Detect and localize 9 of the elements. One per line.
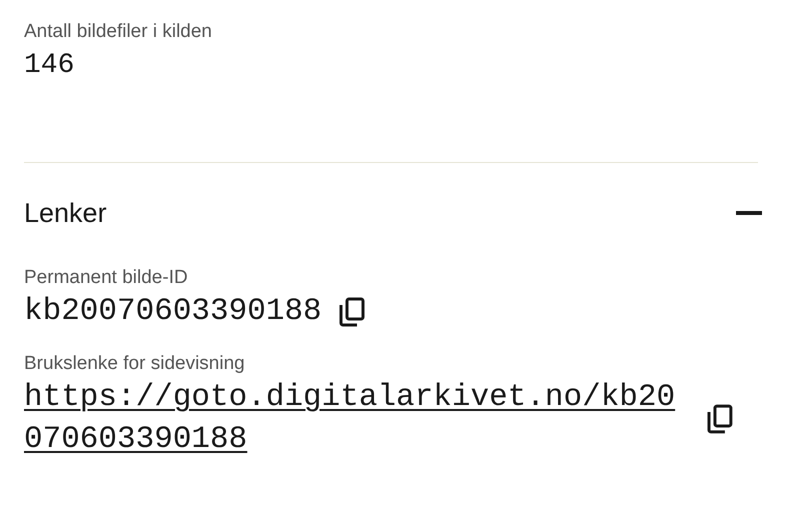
copy-icon[interactable] [338, 297, 366, 327]
section-title: Lenker [24, 198, 107, 228]
field-label: Permanent bilde-ID [24, 266, 189, 290]
copy-icon[interactable] [706, 404, 734, 434]
field-label: Antall bildefiler i kilden [24, 20, 213, 44]
image-id: kb20070603390188 [24, 293, 322, 331]
field-label: Brukslenke for sidevisning [24, 352, 246, 376]
file-count: 146 [24, 49, 76, 83]
usage-link[interactable]: https://goto.digitalarkivet.no/kb20070603390188 [24, 377, 690, 461]
